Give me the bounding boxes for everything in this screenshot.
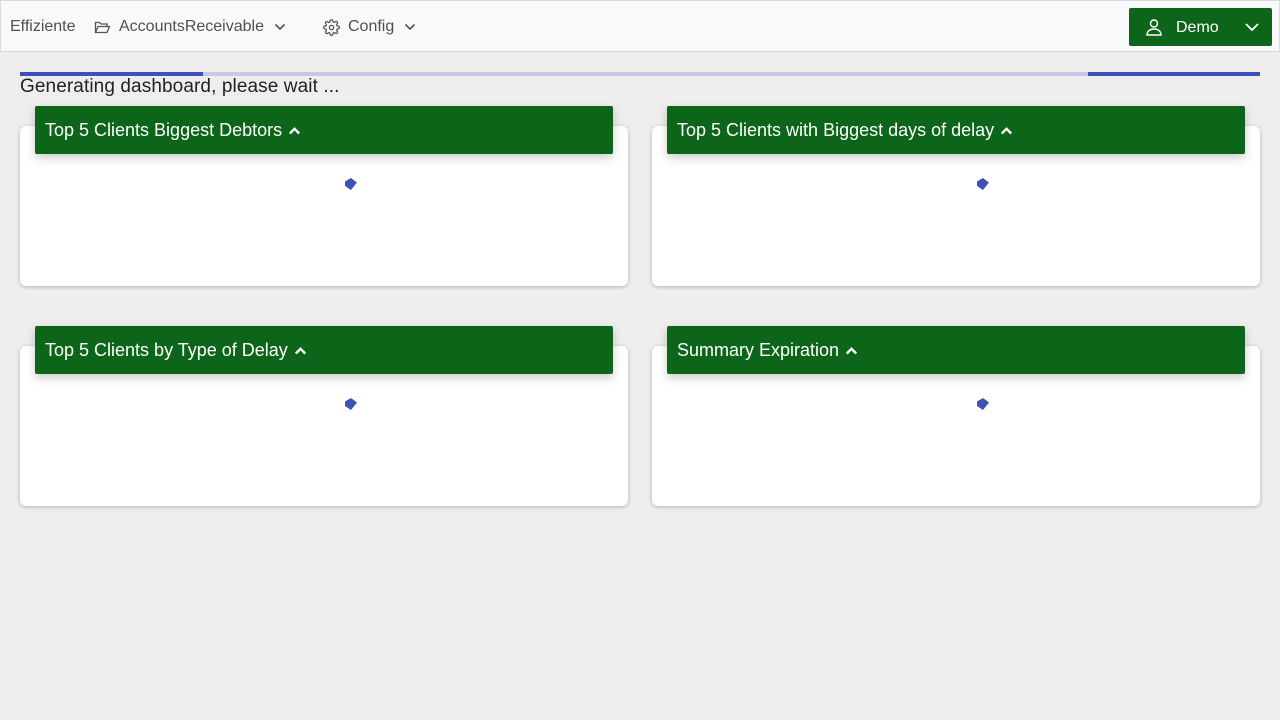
gear-icon [323, 18, 340, 36]
chevron-up-icon[interactable] [1000, 120, 1013, 141]
widget-title: Summary Expiration [677, 339, 840, 360]
loading-spinner-icon [343, 397, 359, 416]
chevron-down-icon [274, 23, 286, 31]
loading-spinner-icon [975, 177, 991, 196]
accounts-menu-label: AccountsReceivable [119, 18, 264, 35]
user-icon [1145, 18, 1163, 41]
widget-header-biggest-debtors[interactable]: Top 5 Clients Biggest Debtors [35, 106, 613, 154]
folder-open-icon [94, 20, 111, 35]
loading-spinner-icon [975, 397, 991, 416]
chevron-up-icon[interactable] [288, 120, 301, 141]
widget-header-type-of-delay[interactable]: Top 5 Clients by Type of Delay [35, 326, 613, 374]
config-menu-label: Config [348, 18, 395, 35]
user-menu-button[interactable]: Demo [1129, 8, 1272, 46]
chevron-up-icon[interactable] [845, 340, 858, 361]
widget-title: Top 5 Clients with Biggest days of delay [677, 119, 995, 140]
chevron-down-icon [404, 23, 416, 31]
widget-title: Top 5 Clients Biggest Debtors [45, 119, 283, 140]
config-menu[interactable]: Config [323, 18, 416, 36]
widget-title: Top 5 Clients by Type of Delay [45, 339, 288, 360]
progress-indicator [1088, 72, 1260, 76]
brand-link[interactable]: Effiziente [10, 18, 76, 36]
user-menu-label: Demo [1176, 19, 1219, 36]
chevron-down-icon [1244, 20, 1260, 38]
top-navbar: Effiziente AccountsReceivable Config Dem… [0, 0, 1280, 52]
accounts-receivable-menu[interactable]: AccountsReceivable [94, 18, 286, 36]
widget-header-summary-expiration[interactable]: Summary Expiration [667, 326, 1245, 374]
loading-status-message: Generating dashboard, please wait ... [20, 76, 340, 97]
loading-spinner-icon [343, 177, 359, 196]
widget-header-days-of-delay[interactable]: Top 5 Clients with Biggest days of delay [667, 106, 1245, 154]
chevron-up-icon[interactable] [294, 340, 307, 361]
